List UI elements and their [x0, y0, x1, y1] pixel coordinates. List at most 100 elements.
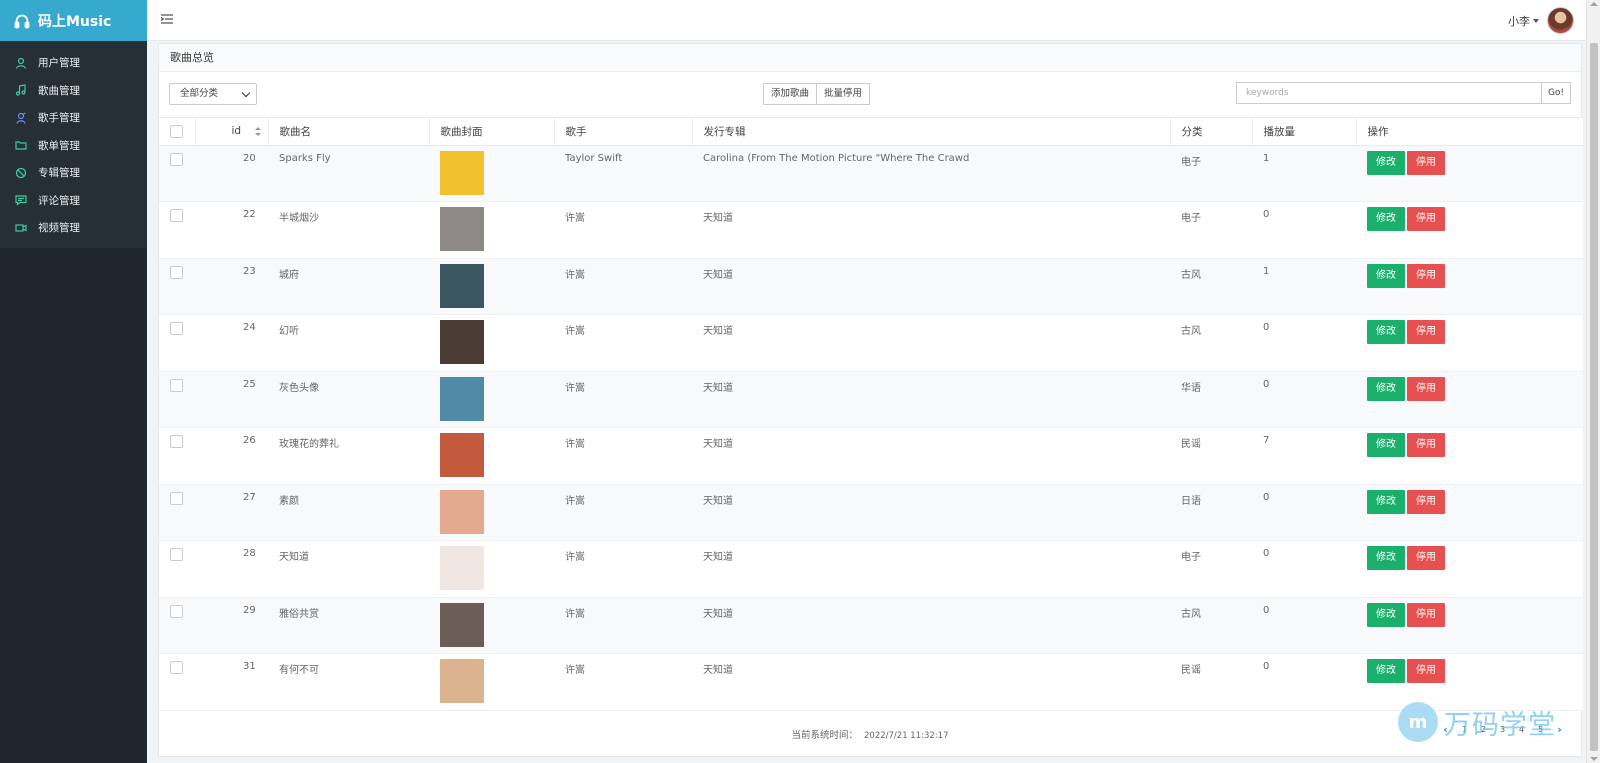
disable-button[interactable]: 停用	[1407, 263, 1445, 288]
caret-down-icon[interactable]	[1533, 18, 1539, 23]
table-row: 28 天知道 许嵩 天知道 电子 0 修改 停用	[159, 540, 1583, 598]
cell-album: 天知道	[692, 371, 1170, 428]
search-button[interactable]: Go!	[1542, 82, 1571, 104]
row-checkbox[interactable]	[170, 265, 183, 279]
menu-toggle-icon[interactable]	[161, 14, 173, 24]
cell-cover	[429, 597, 554, 654]
select-all-checkbox[interactable]	[170, 124, 183, 138]
row-checkbox[interactable]	[170, 491, 183, 505]
chevron-down-icon	[241, 88, 251, 98]
cell-plays: 0	[1252, 540, 1356, 598]
scroll-up-icon[interactable]	[1590, 2, 1598, 6]
sidebar-item-singers[interactable]: 歌手管理	[0, 104, 147, 132]
row-checkbox[interactable]	[170, 152, 183, 166]
row-checkbox[interactable]	[170, 548, 183, 561]
table-header-row: id 歌曲名 歌曲封面 歌手 发行专辑 分类 播放量 操作	[159, 118, 1584, 146]
row-checkbox[interactable]	[170, 661, 183, 674]
cell-actions: 修改 停用	[1356, 145, 1583, 202]
batch-disable-button[interactable]: 批量停用	[817, 83, 871, 105]
add-song-button[interactable]: 添加歌曲	[763, 83, 818, 105]
edit-button[interactable]: 修改	[1367, 376, 1405, 401]
row-checkbox[interactable]	[170, 604, 183, 618]
cell-song-name: Sparks Fly	[268, 145, 429, 202]
edit-button[interactable]: 修改	[1367, 320, 1405, 344]
sidebar-item-label: 评论管理	[38, 194, 80, 207]
disable-button[interactable]: 停用	[1407, 659, 1445, 683]
disable-button[interactable]: 停用	[1407, 433, 1445, 457]
disable-button[interactable]: 停用	[1407, 320, 1445, 344]
user-name[interactable]: 小李	[1508, 13, 1530, 29]
cell-category: 电子	[1170, 201, 1252, 259]
edit-button[interactable]: 修改	[1367, 207, 1405, 231]
edit-button[interactable]: 修改	[1367, 263, 1405, 288]
search-input[interactable]: keywords	[1236, 82, 1542, 104]
category-select-value: 全部分类	[180, 88, 219, 99]
cell-category: 日语	[1170, 484, 1252, 541]
sidebar-item-playlists[interactable]: 歌单管理	[0, 132, 147, 160]
sidebar-nav: 用户管理 歌曲管理 歌手管理 歌单管理 专辑管理 评论管理 视频管理	[0, 41, 147, 248]
category-select[interactable]: 全部分类	[169, 83, 257, 105]
cell-album: 天知道	[692, 540, 1170, 598]
scroll-thumb[interactable]	[1590, 43, 1598, 751]
song-cover-image	[440, 320, 484, 364]
action-button-group: 添加歌曲 批量停用	[763, 83, 871, 105]
sidebar-item-users[interactable]: 用户管理	[0, 49, 147, 77]
column-header-id[interactable]: id	[195, 118, 269, 146]
row-checkbox[interactable]	[170, 378, 183, 392]
sidebar-item-label: 专辑管理	[38, 167, 80, 180]
cell-album: 天知道	[692, 653, 1170, 711]
edit-button[interactable]: 修改	[1367, 150, 1405, 175]
sidebar-item-albums[interactable]: 专辑管理	[0, 159, 147, 187]
user-menu[interactable]: 小李	[1508, 7, 1574, 34]
row-checkbox[interactable]	[170, 209, 183, 222]
cell-actions: 修改 停用	[1356, 540, 1583, 598]
brand[interactable]: 码上Music	[0, 0, 147, 41]
row-select-cell	[159, 314, 195, 372]
row-select-cell	[159, 371, 195, 428]
scroll-down-icon[interactable]	[1590, 757, 1598, 761]
cell-actions: 修改 停用	[1356, 597, 1583, 654]
edit-button[interactable]: 修改	[1367, 489, 1405, 514]
disable-button[interactable]: 停用	[1407, 546, 1445, 570]
search-group: keywords Go!	[1236, 82, 1571, 104]
song-cover-image	[440, 207, 484, 251]
edit-button[interactable]: 修改	[1367, 433, 1405, 457]
sidebar-item-videos[interactable]: 视频管理	[0, 214, 147, 242]
sidebar-item-songs[interactable]: 歌曲管理	[0, 77, 147, 105]
edit-button[interactable]: 修改	[1367, 659, 1405, 683]
disable-button[interactable]: 停用	[1407, 489, 1445, 514]
disable-button[interactable]: 停用	[1407, 150, 1445, 175]
avatar[interactable]	[1547, 7, 1574, 34]
row-select-cell	[159, 484, 195, 541]
song-cover-image	[440, 546, 484, 590]
cell-album: 天知道	[692, 314, 1170, 372]
disable-button[interactable]: 停用	[1407, 376, 1445, 401]
row-select-cell	[159, 540, 195, 598]
song-table: id 歌曲名 歌曲封面 歌手 发行专辑 分类 播放量 操作 20 Sparks F…	[159, 118, 1584, 711]
cell-song-name: 半城烟沙	[268, 201, 429, 259]
cell-singer: Taylor Swift	[554, 145, 692, 202]
cell-plays: 0	[1252, 201, 1356, 259]
row-checkbox[interactable]	[170, 322, 183, 335]
song-cover-image	[440, 489, 484, 534]
toolbar: 全部分类 添加歌曲 批量停用 keywords Go!	[159, 72, 1581, 118]
cell-actions: 修改 停用	[1356, 201, 1583, 259]
sort-icon[interactable]	[255, 126, 262, 136]
edit-button[interactable]: 修改	[1367, 546, 1405, 570]
cell-album: Carolina (From The Motion Picture "Where…	[692, 145, 1170, 202]
cell-id: 20	[195, 145, 268, 202]
cell-album: 天知道	[692, 484, 1170, 541]
panel-title: 歌曲总览	[159, 44, 1581, 72]
cell-plays: 0	[1252, 484, 1356, 541]
cell-id: 25	[195, 371, 268, 428]
cell-actions: 修改 停用	[1356, 314, 1583, 372]
sidebar-item-comments[interactable]: 评论管理	[0, 187, 147, 215]
comment-icon	[15, 194, 27, 206]
cell-id: 27	[195, 484, 268, 541]
disable-button[interactable]: 停用	[1407, 207, 1445, 231]
row-checkbox[interactable]	[170, 435, 183, 448]
scrollbar[interactable]	[1586, 0, 1600, 763]
cell-album: 天知道	[692, 201, 1170, 259]
disable-button[interactable]: 停用	[1407, 602, 1445, 627]
edit-button[interactable]: 修改	[1367, 602, 1405, 627]
